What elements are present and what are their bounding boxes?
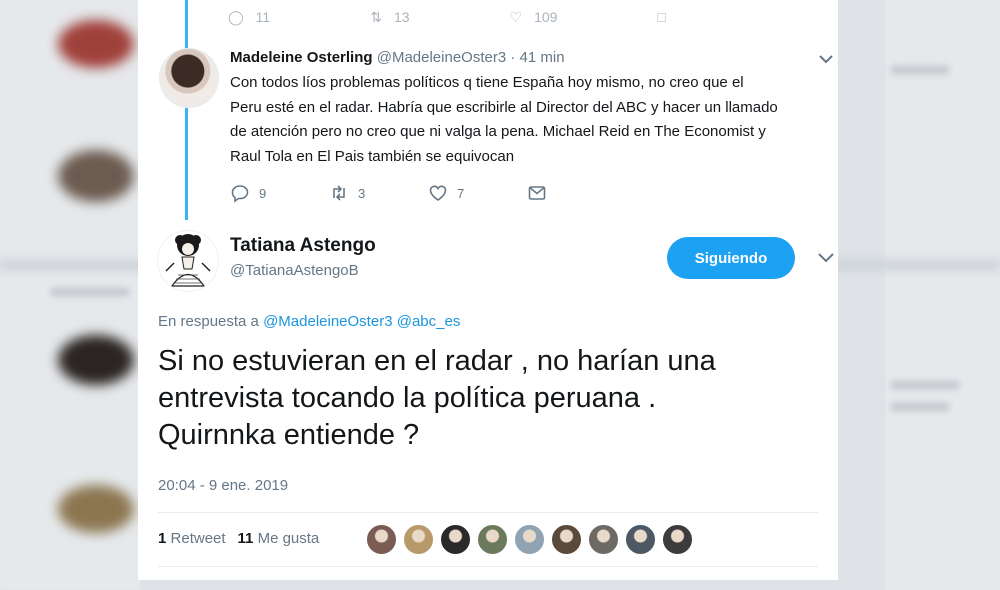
blurred-avatar	[58, 20, 134, 68]
reply-icon: ◯	[228, 8, 244, 25]
author-handle[interactable]: @MadeleineOster3	[377, 49, 506, 66]
blurred-avatar	[58, 485, 134, 533]
text-line: Quirnnka entiende ?	[158, 419, 420, 451]
retweet-count: 1	[158, 530, 167, 547]
avatar[interactable]	[159, 48, 219, 108]
previous-tweet-actions: ◯ 11 ⇅ 13 ♡ 109 □	[228, 0, 666, 26]
divider	[158, 512, 818, 513]
reply-tweet-text: Con todos líos problemas políticos q tie…	[230, 71, 830, 169]
background-right-column	[885, 0, 1000, 590]
reply-count: 11	[255, 9, 271, 25]
liker-avatar[interactable]	[514, 524, 545, 555]
tweet-text: Si no estuvieran en el radar , no harían…	[158, 343, 818, 454]
in-reply-to: En respuesta a @MadeleineOster3 @abc_es	[158, 313, 460, 330]
divider	[158, 566, 818, 567]
blurred-text	[890, 380, 960, 390]
reply-count: 9	[259, 185, 267, 201]
reply-action[interactable]: 9	[230, 183, 329, 203]
text-line: Si no estuvieran en el radar , no harían…	[158, 345, 716, 377]
liker-avatar[interactable]	[625, 524, 656, 555]
text-line: entrevista tocando la política peruana .	[158, 382, 657, 414]
text-line: de atención pero no creo que ni valga la…	[230, 123, 766, 140]
message-action[interactable]	[527, 183, 626, 203]
mention-link[interactable]: @MadeleineOster3	[263, 313, 392, 330]
chevron-down-icon[interactable]	[817, 250, 835, 264]
author-name[interactable]: Tatiana Astengo	[230, 235, 376, 257]
retweet-action[interactable]: ⇅ 13	[370, 4, 409, 26]
mention-link[interactable]: @abc_es	[397, 313, 461, 330]
reply-prefix: En respuesta a	[158, 313, 259, 330]
like-stat[interactable]: 11 Me gusta	[238, 530, 320, 547]
retweet-count: 3	[358, 185, 366, 201]
engagement-stats: 1 Retweet 11 Me gusta	[158, 530, 319, 547]
like-count: 11	[237, 530, 254, 547]
retweet-icon	[333, 185, 345, 201]
reply-icon	[231, 185, 249, 203]
like-count: 7	[457, 185, 465, 201]
author-name[interactable]: Madeleine Osterling	[230, 49, 373, 66]
following-button[interactable]: Siguiendo	[667, 237, 795, 279]
likers-avatars	[366, 524, 693, 555]
blurred-avatar	[58, 335, 134, 385]
reply-tweet-actions: 9 3 7	[230, 183, 626, 203]
like-action[interactable]: 7	[428, 183, 527, 203]
timestamp[interactable]: 20:04 - 9 ene. 2019	[158, 477, 288, 494]
retweet-icon: ⇅	[370, 8, 382, 25]
heart-icon: ♡	[509, 8, 523, 25]
reply-action[interactable]: ◯ 11	[228, 4, 270, 26]
tweet-card: ◯ 11 ⇅ 13 ♡ 109 □ Madeleine Osterling @Made…	[138, 0, 838, 580]
blurred-avatar	[58, 150, 134, 202]
heart-icon	[429, 185, 447, 201]
tweet-time[interactable]: · 41 min	[510, 49, 564, 66]
reply-header: Madeleine Osterling @MadeleineOster3 · 4…	[230, 49, 565, 66]
message-action[interactable]: □	[657, 4, 665, 26]
text-line: Con todos líos problemas políticos q tie…	[230, 74, 744, 91]
liker-avatar[interactable]	[440, 524, 471, 555]
liker-avatar[interactable]	[366, 524, 397, 555]
avatar-illustration	[165, 234, 211, 287]
blurred-text	[50, 287, 130, 297]
liker-avatar[interactable]	[477, 524, 508, 555]
text-line: Raul Tola en El Pais también se equivoca…	[230, 147, 515, 165]
blurred-text	[890, 402, 950, 412]
liker-avatar[interactable]	[662, 524, 693, 555]
retweet-action[interactable]: 3	[329, 183, 428, 203]
text-line: Peru esté en el radar. Habría que escrib…	[230, 98, 778, 116]
retweet-label: Retweet	[170, 530, 226, 547]
liker-avatar[interactable]	[588, 524, 619, 555]
chevron-down-icon[interactable]	[818, 52, 834, 66]
retweet-stat[interactable]: 1 Retweet	[158, 530, 226, 547]
author-handle[interactable]: @TatianaAstengoB	[230, 262, 359, 279]
like-count: 109	[534, 9, 558, 25]
liker-avatar[interactable]	[403, 524, 434, 555]
blurred-text	[890, 65, 950, 75]
like-action[interactable]: ♡ 109	[510, 4, 558, 26]
message-icon	[528, 186, 546, 200]
thread-connector-line	[185, 0, 188, 220]
avatar[interactable]	[157, 230, 219, 292]
message-icon: □	[657, 9, 666, 25]
retweet-count: 13	[393, 9, 410, 25]
liker-avatar[interactable]	[551, 524, 582, 555]
like-label: Me gusta	[257, 530, 320, 547]
